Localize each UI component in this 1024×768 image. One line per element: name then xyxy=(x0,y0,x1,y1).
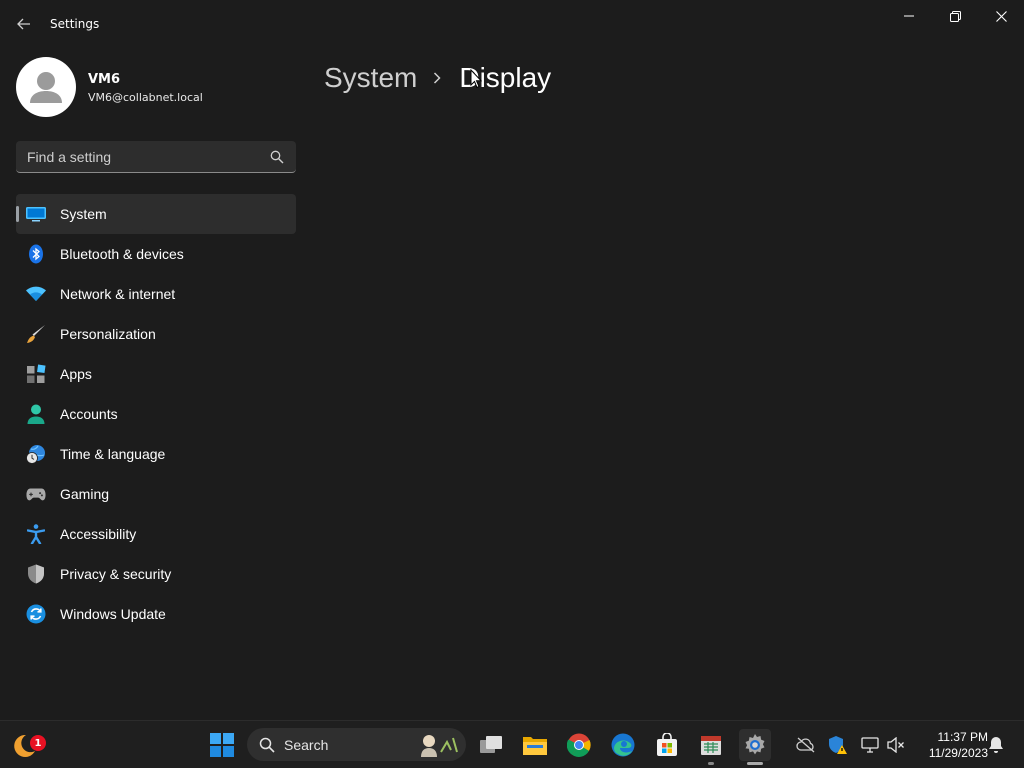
sidebar-item-personalization[interactable]: Personalization xyxy=(16,314,296,354)
chrome-icon xyxy=(567,733,591,757)
search-icon xyxy=(259,737,275,753)
security-warning-icon[interactable] xyxy=(828,735,848,755)
sidebar-item-bluetooth[interactable]: Bluetooth & devices xyxy=(16,234,296,274)
taskbar-app-button[interactable] xyxy=(695,729,727,765)
search-input[interactable] xyxy=(16,141,266,172)
sidebar-item-network[interactable]: Network & internet xyxy=(16,274,296,314)
clock-time: 11:37 PM xyxy=(937,730,988,744)
back-button[interactable] xyxy=(10,12,38,36)
paintbrush-icon xyxy=(26,324,46,344)
user-email: VM6@collabnet.local xyxy=(88,91,203,104)
wifi-icon xyxy=(26,284,46,304)
sidebar-item-system[interactable]: System xyxy=(16,194,296,234)
network-icon[interactable] xyxy=(860,735,880,755)
sidebar-item-label: Accounts xyxy=(60,406,118,422)
gear-icon xyxy=(745,734,765,755)
system-display-icon xyxy=(26,204,46,224)
accessibility-icon xyxy=(26,524,46,544)
minimize-icon xyxy=(904,15,914,17)
windows-logo-icon xyxy=(210,733,234,757)
sidebar-item-accounts[interactable]: Accounts xyxy=(16,394,296,434)
taskbar: 1 Search 11:37 PM 11/29/2023 xyxy=(0,720,1024,768)
minimize-button[interactable] xyxy=(886,4,932,28)
bluetooth-icon xyxy=(26,244,46,264)
search-highlight-illustration-icon xyxy=(421,735,458,757)
start-button[interactable] xyxy=(206,729,238,761)
sidebar-item-label: Apps xyxy=(60,366,92,382)
sidebar-item-label: Network & internet xyxy=(60,286,176,302)
taskbar-search[interactable]: Search xyxy=(247,728,466,761)
title-bar: Settings xyxy=(0,0,1024,48)
sidebar-item-apps[interactable]: Apps xyxy=(16,354,296,394)
notification-bell-icon[interactable] xyxy=(986,735,1006,755)
user-name: VM6 xyxy=(88,72,121,87)
task-view-icon xyxy=(480,736,502,753)
chrome-button[interactable] xyxy=(563,729,595,761)
refresh-icon xyxy=(26,604,46,624)
settings-taskbar-button[interactable] xyxy=(739,729,771,765)
close-icon xyxy=(995,10,1007,22)
shield-icon xyxy=(26,564,46,584)
sidebar-item-label: Personalization xyxy=(60,326,156,342)
sidebar-item-accessibility[interactable]: Accessibility xyxy=(16,514,296,554)
volume-muted-icon[interactable] xyxy=(886,735,906,755)
notification-badge: 1 xyxy=(30,735,46,751)
sidebar-item-time-language[interactable]: Time & language xyxy=(16,434,296,474)
file-explorer-button[interactable] xyxy=(519,729,551,761)
gamepad-icon xyxy=(26,484,46,504)
user-silhouette-icon xyxy=(30,72,62,103)
person-icon xyxy=(26,404,46,424)
clock-date: 11/29/2023 xyxy=(928,746,988,760)
taskbar-search-label: Search xyxy=(284,737,329,753)
search-box xyxy=(16,141,296,173)
sidebar-item-privacy[interactable]: Privacy & security xyxy=(16,554,296,594)
edge-button[interactable] xyxy=(607,729,639,761)
spreadsheet-app-icon xyxy=(701,736,721,755)
search-icon[interactable] xyxy=(270,150,284,164)
apps-icon xyxy=(26,364,46,384)
sidebar-item-label: Bluetooth & devices xyxy=(60,246,184,262)
sidebar-nav: System Bluetooth & devices Network & int… xyxy=(16,194,296,634)
widgets-button[interactable]: 1 xyxy=(8,729,46,761)
breadcrumb: System Display xyxy=(324,58,551,98)
taskbar-clock[interactable]: 11:37 PM 11/29/2023 xyxy=(912,729,988,761)
mouse-cursor-icon xyxy=(470,69,482,89)
sidebar-item-label: Accessibility xyxy=(60,526,137,542)
sidebar-item-windows-update[interactable]: Windows Update xyxy=(16,594,296,634)
app-title: Settings xyxy=(50,17,100,31)
arrow-left-icon xyxy=(17,18,30,30)
sidebar-item-label: System xyxy=(60,206,107,222)
edge-icon xyxy=(611,733,635,757)
globe-clock-icon xyxy=(26,444,46,464)
close-button[interactable] xyxy=(978,4,1024,28)
avatar[interactable] xyxy=(16,57,76,117)
sidebar-item-label: Windows Update xyxy=(60,606,166,622)
chevron-right-icon xyxy=(433,72,445,84)
breadcrumb-parent-link[interactable]: System xyxy=(324,62,417,94)
task-view-button[interactable] xyxy=(475,729,507,761)
sidebar-item-gaming[interactable]: Gaming xyxy=(16,474,296,514)
running-indicator xyxy=(708,762,714,765)
store-bag-icon xyxy=(657,733,677,756)
active-app-indicator xyxy=(747,762,763,765)
sidebar-item-label: Time & language xyxy=(60,446,166,462)
restore-icon xyxy=(949,10,961,22)
settings-window: Settings VM6 VM6@collabnet.local System xyxy=(0,0,1024,720)
restore-button[interactable] xyxy=(932,4,978,28)
folder-icon xyxy=(523,737,547,755)
sidebar-item-label: Gaming xyxy=(60,486,110,502)
sidebar-item-label: Privacy & security xyxy=(60,566,172,582)
microsoft-store-button[interactable] xyxy=(651,729,683,761)
onedrive-offline-icon[interactable] xyxy=(796,735,816,755)
